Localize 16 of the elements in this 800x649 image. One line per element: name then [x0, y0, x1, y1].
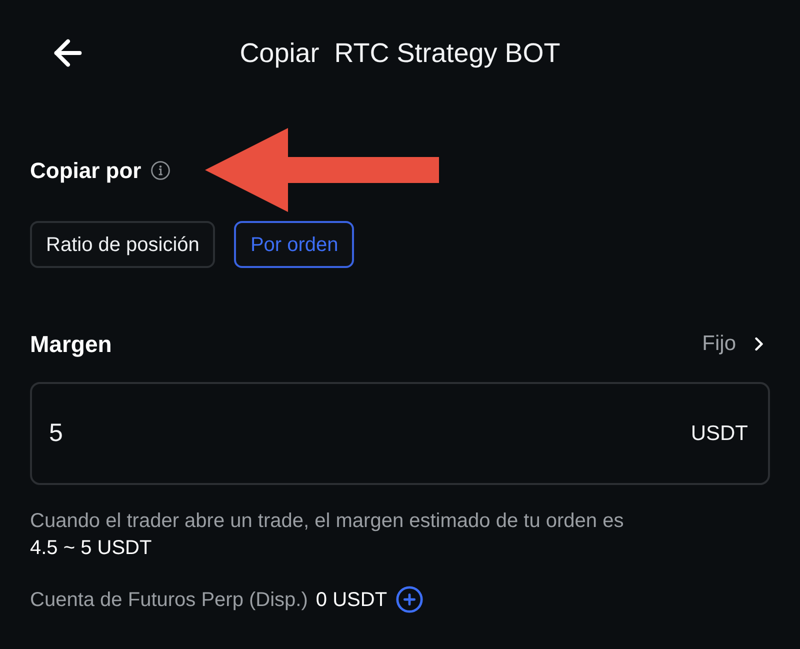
- unit-label: USDT: [690, 420, 748, 447]
- margin-input-field[interactable]: 5 USDT: [30, 382, 770, 485]
- margin-mode-button[interactable]: Fijo: [702, 328, 770, 360]
- page-title: Copiar RTC Strategy BOT: [240, 36, 560, 70]
- add-funds-button[interactable]: [395, 585, 424, 614]
- margin-hint-text: Cuando el trader abre un trade, el margen estimado de tu orden es: [30, 509, 625, 534]
- margin-value: 5: [49, 418, 63, 449]
- account-label: Cuenta de Futuros Perp (Disp.): [30, 588, 308, 612]
- account-balance: 0 USDT: [316, 588, 388, 612]
- copy-mode-option[interactable]: Por orden: [234, 221, 354, 268]
- info-icon: [151, 160, 170, 180]
- estimated-margin-value: 4.5 ~ 5 USDT: [30, 536, 153, 561]
- copy-mode-option[interactable]: Ratio de posición: [30, 221, 216, 268]
- plus-circle-icon: [395, 585, 424, 614]
- section-heading: Copiar por: [30, 156, 142, 185]
- section-heading: Margen: [30, 330, 112, 359]
